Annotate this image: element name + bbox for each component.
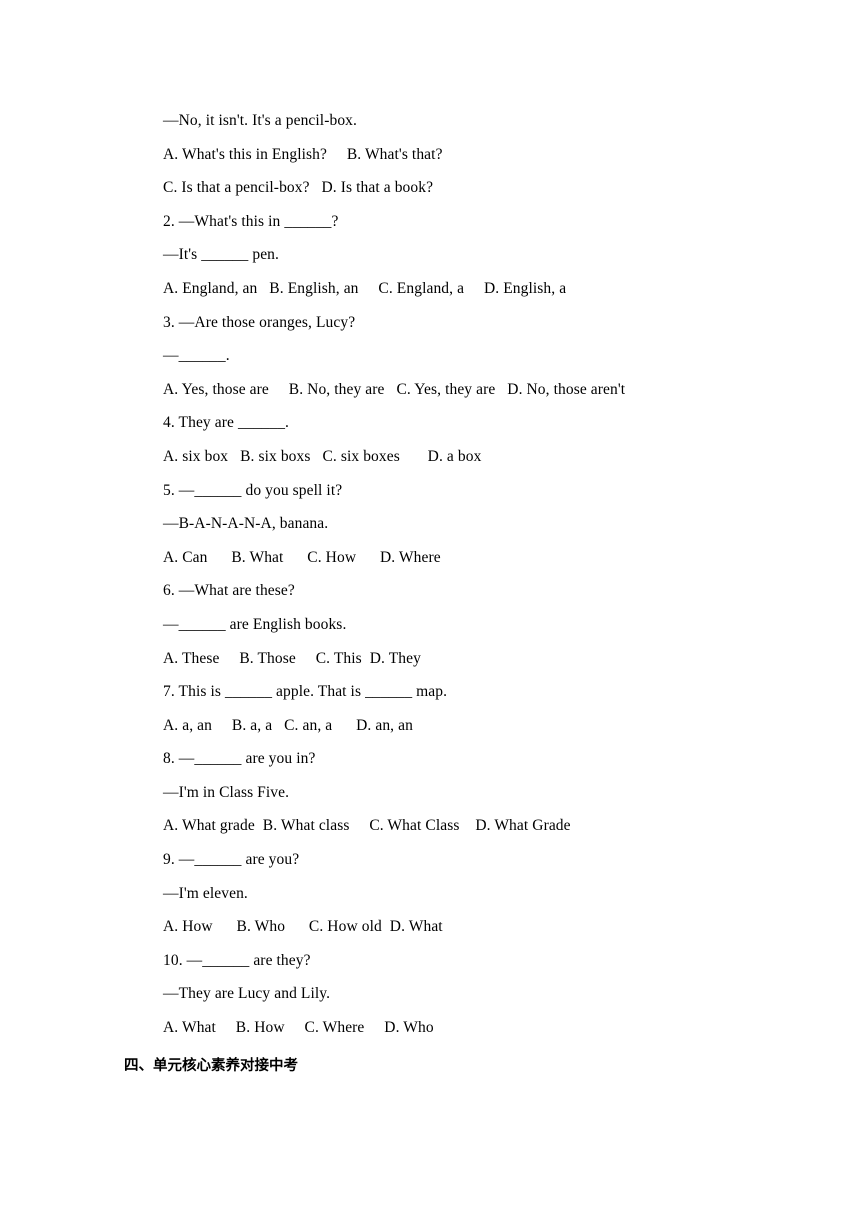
text-line: 5. —______ do you spell it? [163, 481, 343, 499]
text-line: A. Can B. What C. How D. Where [163, 548, 441, 566]
text-line: —I'm in Class Five. [163, 783, 290, 801]
section-heading: 四、单元核心素养对接中考 [124, 1058, 298, 1074]
text-line: —______ are English books. [163, 615, 347, 633]
text-line: A. How B. Who C. How old D. What [163, 918, 443, 936]
text-line: 9. —______ are you? [163, 851, 300, 869]
text-line: —They are Lucy and Lily. [163, 985, 331, 1003]
text-line: A. England, an B. English, an C. England… [163, 279, 567, 297]
text-line: —B-A-N-A-N-A, banana. [163, 515, 329, 533]
text-line: 8. —______ are you in? [163, 750, 316, 768]
text-line: —It's ______ pen. [163, 246, 279, 264]
text-line: 6. —What are these? [163, 582, 295, 600]
text-line: —No, it isn't. It's a pencil-box. [163, 112, 357, 129]
text-line: A. Yes, those are B. No, they are C. Yes… [163, 380, 626, 398]
text-line: A. These B. Those C. This D. They [163, 649, 421, 667]
text-line: —______. [163, 347, 230, 365]
text-line: 10. —______ are they? [163, 951, 311, 969]
exercise-body: —No, it isn't. It's a pencil-box. A. Wha… [163, 104, 763, 1045]
text-line: A. What's this in English? B. What's tha… [163, 145, 443, 163]
document-page: —No, it isn't. It's a pencil-box. A. Wha… [0, 0, 860, 1216]
text-line: 7. This is ______ apple. That is ______ … [163, 683, 448, 701]
text-line: A. six box B. six boxs C. six boxes D. a… [163, 447, 482, 465]
text-line: —I'm eleven. [163, 884, 248, 902]
text-line: 3. —Are those oranges, Lucy? [163, 313, 356, 331]
text-line: 2. —What's this in ______? [163, 212, 339, 230]
text-line: A. What B. How C. Where D. Who [163, 1019, 434, 1037]
text-line: A. a, an B. a, a C. an, a D. an, an [163, 716, 413, 734]
text-line: C. Is that a pencil-box? D. Is that a bo… [163, 179, 434, 197]
text-line: 4. They are ______. [163, 414, 290, 432]
text-line: A. What grade B. What class C. What Clas… [163, 817, 571, 835]
